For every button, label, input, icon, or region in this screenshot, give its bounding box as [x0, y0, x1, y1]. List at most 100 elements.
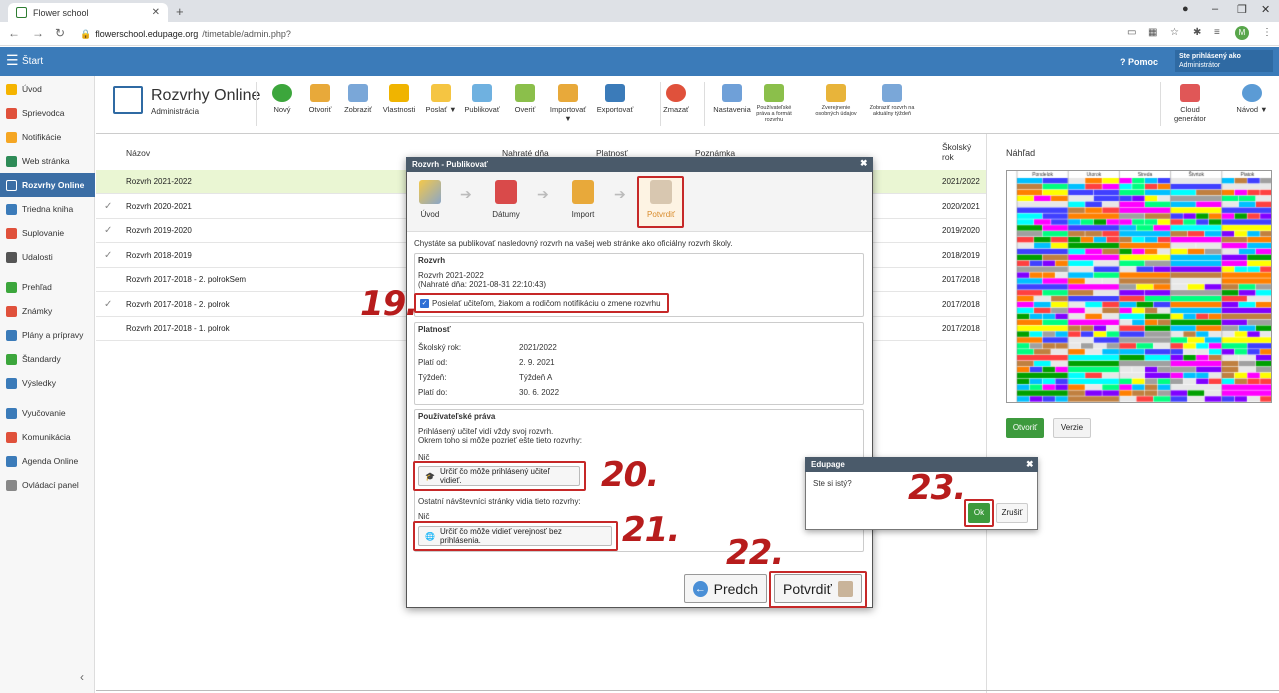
- sidebar-item[interactable]: Triedna kniha: [0, 197, 95, 221]
- toolbar-button-label: Zverejnenie osobných údajov: [815, 105, 857, 117]
- toolbar-button[interactable]: Importovať ▼: [548, 84, 588, 123]
- sidebar-item-icon: [6, 179, 17, 191]
- help-link[interactable]: ? Pomoc: [1120, 57, 1158, 67]
- confirm-close-icon[interactable]: ✖: [1026, 459, 1034, 470]
- platnost-value: Týždeň A: [519, 373, 553, 382]
- reload-icon[interactable]: ↻: [55, 26, 65, 40]
- browser-menu-icon[interactable]: ⋮: [1262, 27, 1272, 38]
- toolbar-button[interactable]: Zobraziť: [338, 84, 378, 114]
- reading-list-icon[interactable]: ≡: [1214, 27, 1220, 38]
- screencast-icon[interactable]: ▭: [1127, 27, 1136, 38]
- teacher-visibility-button[interactable]: 🎓 Určiť čo môže prihlásený učiteľ vidieť…: [418, 466, 580, 486]
- step-uvod[interactable]: Úvod: [405, 180, 455, 219]
- toolbar-button[interactable]: Zmazať: [656, 84, 696, 114]
- toolbar-button-icon: [472, 84, 492, 102]
- dialog-intro: Chystáte sa publikovať nasledovný rozvrh…: [414, 239, 733, 248]
- previous-button[interactable]: ← Predch: [684, 574, 767, 603]
- step-import[interactable]: Import: [558, 180, 608, 219]
- toolbar-button[interactable]: Publikovať: [462, 84, 502, 114]
- ok-button[interactable]: Ok: [968, 503, 990, 523]
- sidebar-item[interactable]: Notifikácie: [0, 125, 95, 149]
- window-close-icon[interactable]: ✕: [1261, 3, 1270, 16]
- sidebar-item[interactable]: Web stránka: [0, 149, 95, 173]
- toolbar-button-label: Zobraziť: [344, 105, 372, 114]
- sidebar-item[interactable]: Rozvrhy Online: [0, 173, 95, 197]
- toolbar-button[interactable]: Overiť: [505, 84, 545, 114]
- maximize-icon[interactable]: ❐: [1237, 3, 1247, 16]
- globe-icon: 🌐: [425, 531, 435, 541]
- sidebar-item[interactable]: Agenda Online: [0, 449, 95, 473]
- sidebar-item-label: Ovládací panel: [22, 480, 79, 490]
- toolbar-button[interactable]: Zverejnenie osobných údajov: [812, 84, 860, 117]
- sidebar-item[interactable]: Prehľad: [0, 275, 95, 299]
- profile-dot-icon[interactable]: ●: [1182, 3, 1189, 15]
- timetable-logo-icon: [113, 86, 143, 114]
- public-visibility-button-label: Určiť čo môže vidieť verejnosť bez prihl…: [439, 527, 562, 545]
- minimize-icon[interactable]: –: [1212, 3, 1218, 15]
- login-status[interactable]: Ste prihlásený ako Administrátor: [1175, 50, 1273, 72]
- browser-avatar[interactable]: M: [1235, 26, 1249, 40]
- col-header-name[interactable]: Názov: [126, 148, 150, 158]
- close-tab-icon[interactable]: ✕: [152, 7, 160, 18]
- extensions-icon[interactable]: ✱: [1193, 27, 1201, 38]
- sidebar-item[interactable]: Ovládací panel: [0, 473, 95, 497]
- forward-icon[interactable]: →: [32, 26, 44, 40]
- toolbar-button[interactable]: Zobraziť rozvrh na aktuálny týždeň: [868, 84, 916, 117]
- sidebar-item[interactable]: Suplovanie: [0, 221, 95, 245]
- sidebar-item[interactable]: Udalosti: [0, 245, 95, 269]
- open-button[interactable]: Otvoriť: [1006, 418, 1044, 438]
- toolbar-button[interactable]: Cloud generátor: [1166, 84, 1214, 123]
- toolbar-button[interactable]: Nastavenia: [708, 84, 756, 114]
- sidebar-item[interactable]: Sprievodca: [0, 101, 95, 125]
- sidebar-item-icon: [6, 431, 17, 443]
- rights-header: Používateľské práva: [418, 412, 496, 421]
- notify-checkbox-row[interactable]: ✓ Posielať učiteľom, žiakom a rodičom no…: [420, 299, 661, 308]
- row-name: Rozvrh 2018-2019: [126, 250, 192, 260]
- sidebar-item-label: Triedna kniha: [22, 204, 74, 214]
- back-icon[interactable]: ←: [8, 26, 20, 40]
- toolbar-button[interactable]: Nový: [262, 84, 302, 114]
- cancel-button[interactable]: Zrušiť: [996, 503, 1028, 523]
- sidebar-item[interactable]: Známky: [0, 299, 95, 323]
- toolbar-button[interactable]: Vlastnosti: [379, 84, 419, 114]
- toolbar-button[interactable]: Exportovať: [595, 84, 635, 114]
- sidebar-item-label: Notifikácie: [22, 132, 62, 142]
- url-field[interactable]: 🔒 flowerschool.edupage.org/timetable/adm…: [80, 26, 1120, 42]
- notify-checkbox[interactable]: ✓: [420, 299, 429, 308]
- collapse-sidebar-icon[interactable]: ‹: [80, 670, 84, 684]
- step-potvrdit[interactable]: Potvrdiť: [636, 180, 686, 219]
- sidebar-item[interactable]: Plány a prípravy: [0, 323, 95, 347]
- toolbar-button[interactable]: Návod ▼: [1228, 84, 1276, 114]
- rights-line2: Okrem toho si môže pozrieť ešte tieto ro…: [418, 436, 582, 445]
- hamburger-menu-icon[interactable]: ☰: [6, 52, 19, 69]
- new-tab-icon[interactable]: +: [176, 4, 184, 19]
- confirm-button[interactable]: Potvrdiť: [774, 574, 862, 603]
- sidebar-item-label: Suplovanie: [22, 228, 65, 238]
- versions-button[interactable]: Verzie: [1053, 418, 1091, 438]
- dialog-close-icon[interactable]: ✖: [860, 158, 868, 169]
- confirm-button-label: Potvrdiť: [783, 580, 832, 597]
- toolbar-button[interactable]: Poslať ▼: [421, 84, 461, 114]
- browser-tab[interactable]: Flower school ✕: [8, 3, 168, 22]
- public-visibility-button[interactable]: 🌐 Určiť čo môže vidieť verejnosť bez pri…: [418, 526, 612, 546]
- sidebar-item[interactable]: Štandardy: [0, 347, 95, 371]
- sidebar-item[interactable]: Vyučovanie: [0, 401, 95, 425]
- bookmark-star-icon[interactable]: ☆: [1170, 27, 1179, 38]
- step-datumy[interactable]: Dátumy: [481, 180, 531, 219]
- url-path: /timetable/admin.php?: [202, 29, 291, 39]
- sidebar-item[interactable]: Výsledky: [0, 371, 95, 395]
- panel-divider: [986, 134, 987, 693]
- qr-icon[interactable]: ▦: [1148, 27, 1157, 38]
- col-header-year[interactable]: Školský rok: [942, 142, 982, 162]
- row-year: 2018/2019: [942, 250, 980, 260]
- toolbar-button-icon: [348, 84, 368, 102]
- timetable-preview: [1006, 170, 1272, 403]
- sidebar-item[interactable]: Komunikácia: [0, 425, 95, 449]
- published-check-icon: ✓: [104, 249, 113, 261]
- published-check-icon: ✓: [104, 225, 113, 236]
- sidebar-item[interactable]: Úvod: [0, 77, 95, 101]
- toolbar-button[interactable]: Používateľské práva a formát rozvrhu: [750, 84, 798, 123]
- toolbar-button[interactable]: Otvoriť: [300, 84, 340, 114]
- start-link[interactable]: Štart: [22, 56, 43, 67]
- sidebar-item-icon: [6, 407, 17, 419]
